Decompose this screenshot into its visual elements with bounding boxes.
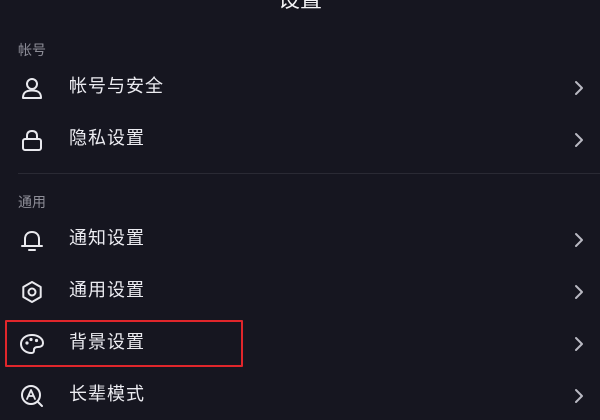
menu-item-general-settings[interactable]: 通用设置 [0, 266, 600, 318]
menu-item-account-security[interactable]: 帐号与安全 [0, 62, 600, 114]
section-divider [18, 173, 600, 174]
menu-item-label: 长辈模式 [69, 384, 145, 405]
chevron-right-icon [575, 133, 583, 147]
menu-item-notification-settings[interactable]: 通知设置 [0, 214, 600, 266]
menu-item-label: 帐号与安全 [69, 76, 164, 97]
menu-item-elder-mode[interactable]: 长辈模式 [0, 370, 600, 420]
gear-icon [18, 278, 46, 306]
elder-mode-icon [18, 382, 46, 410]
header: 设置 [0, 0, 600, 16]
bell-icon [18, 226, 46, 254]
menu-item-label: 通用设置 [69, 280, 145, 301]
highlight-box [5, 320, 243, 367]
chevron-right-icon [575, 233, 583, 247]
lock-icon [18, 126, 46, 154]
menu-item-privacy-settings[interactable]: 隐私设置 [0, 114, 600, 166]
chevron-right-icon [575, 81, 583, 95]
section-label-account: 帐号 [18, 43, 46, 59]
chevron-right-icon [575, 285, 583, 299]
page-title: 设置 [277, 0, 322, 13]
menu-item-label: 通知设置 [69, 228, 145, 249]
section-label-general: 通用 [18, 195, 46, 211]
chevron-right-icon [575, 337, 583, 351]
menu-item-label: 隐私设置 [69, 128, 145, 149]
chevron-right-icon [575, 389, 583, 403]
person-icon [18, 74, 46, 102]
